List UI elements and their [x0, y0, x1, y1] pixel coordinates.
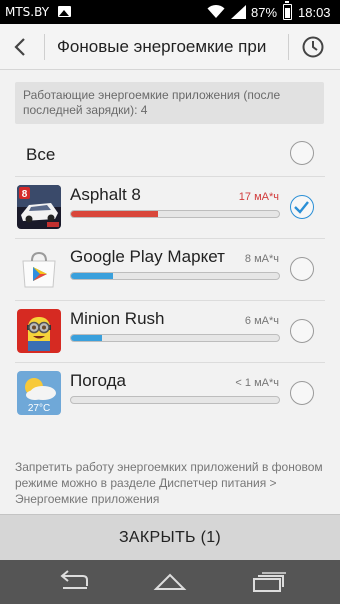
app-select-radio[interactable]	[290, 381, 314, 405]
recents-icon[interactable]	[248, 568, 288, 596]
app-row-asphalt[interactable]: 8 Asphalt 8 17 мА*ч	[0, 176, 340, 238]
minion-rush-app-icon	[17, 309, 61, 353]
select-all-row[interactable]: Все	[0, 130, 340, 176]
weather-app-icon: 27°C	[17, 371, 61, 415]
usage-bar	[70, 334, 280, 342]
app-select-radio[interactable]	[290, 319, 314, 343]
app-name: Asphalt 8	[70, 185, 141, 204]
page-title: Фоновые энергоемкие при	[57, 37, 267, 56]
usage-bar-fill	[71, 211, 159, 217]
app-row-weather[interactable]: 27°C Погода < 1 мА*ч	[0, 362, 340, 424]
header-divider	[288, 34, 289, 60]
weather-icon-label: 27°C	[28, 403, 50, 414]
google-play-app-icon	[17, 247, 61, 291]
usage-bar	[70, 210, 280, 218]
back-arrow-icon[interactable]	[53, 568, 93, 596]
home-icon[interactable]	[150, 568, 190, 596]
battery-percent: 87%	[251, 5, 278, 20]
back-arrow-icon[interactable]	[8, 34, 34, 60]
app-row-google-play[interactable]: Google Play Маркет 8 мА*ч	[0, 238, 340, 300]
asphalt-icon-label: 8	[22, 189, 28, 200]
info-box: Работающие энергоемкие приложения (после…	[15, 82, 324, 124]
app-usage: 17 мА*ч	[238, 191, 279, 203]
battery-icon	[283, 1, 292, 20]
app-header: Фоновые энергоемкие при	[0, 24, 340, 70]
footer-note: Запретить работу энергоемких приложений …	[15, 460, 323, 506]
close-button[interactable]: ЗАКРЫТЬ (1)	[0, 514, 340, 560]
wifi-icon	[207, 4, 225, 18]
app-name: Google Play Маркет	[70, 247, 225, 266]
usage-bar-fill	[71, 273, 113, 279]
app-select-radio[interactable]	[290, 195, 314, 219]
checkmark-icon	[294, 201, 309, 214]
carrier-name: MTS.BY	[5, 5, 50, 19]
app-row-minion-rush[interactable]: Minion Rush 6 мА*ч	[0, 300, 340, 362]
usage-bar-fill	[71, 335, 103, 341]
app-usage: < 1 мА*ч	[235, 377, 279, 389]
status-bar: MTS.BY 87% 18:03	[0, 0, 340, 24]
usage-bar	[70, 272, 280, 280]
select-all-radio[interactable]	[290, 141, 314, 165]
header-divider	[44, 34, 45, 60]
app-select-radio[interactable]	[290, 257, 314, 281]
app-usage: 6 мА*ч	[244, 315, 279, 327]
gallery-notification-icon	[58, 6, 71, 17]
usage-bar	[70, 396, 280, 404]
signal-icon	[231, 5, 246, 19]
asphalt-app-icon: 8	[17, 185, 61, 229]
app-name: Minion Rush	[70, 309, 165, 328]
navigation-bar	[0, 560, 340, 604]
history-clock-icon[interactable]	[301, 35, 325, 59]
select-all-label: Все	[26, 145, 56, 164]
app-usage: 8 мА*ч	[244, 253, 279, 265]
app-name: Погода	[70, 371, 126, 390]
clock: 18:03	[298, 5, 331, 20]
